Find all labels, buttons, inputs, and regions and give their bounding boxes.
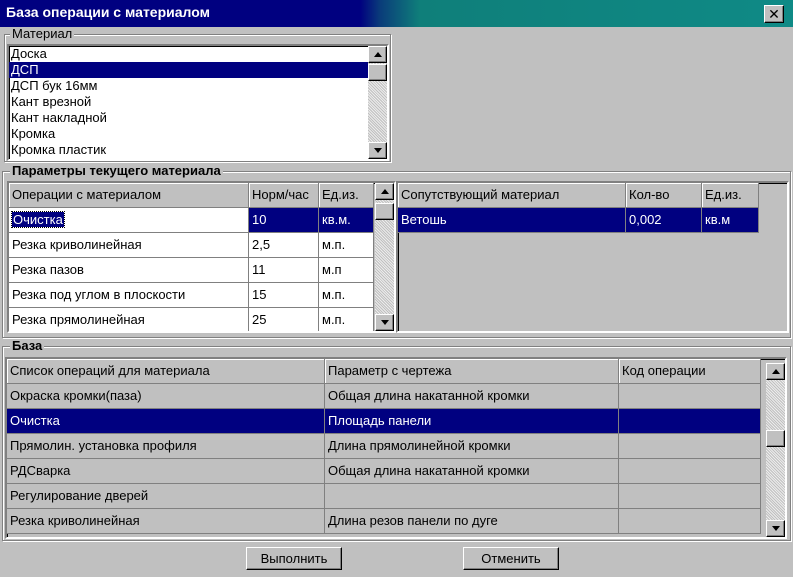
column-header[interactable]: Параметр с чертежа [325,359,619,384]
column-header[interactable]: Норм/час [249,183,319,208]
title-bar[interactable]: База операции с материалом ✕ [0,0,793,27]
arrow-down-icon [373,148,382,153]
table-row[interactable]: Резка пазов 11 м.п [9,258,374,283]
scroll-up-button[interactable] [375,183,394,200]
operations-scrollbar[interactable] [375,183,394,331]
column-header[interactable]: Операции с материалом [9,183,249,208]
execute-button[interactable]: Выполнить [246,547,342,570]
table-cell[interactable] [619,434,761,459]
scroll-down-button[interactable] [368,142,387,159]
table-cell[interactable] [619,484,761,509]
table-cell[interactable]: Длина резов панели по дуге [325,509,619,534]
column-header[interactable]: Список операций для материала [7,359,325,384]
table-cell[interactable] [619,384,761,409]
table-cell[interactable]: Общая длина накатанной кромки [325,384,619,409]
table-cell[interactable]: Резка прямолинейная [9,308,249,331]
table-cell[interactable]: 15 [249,283,319,308]
list-item[interactable]: Кромка [9,126,368,142]
scroll-thumb[interactable] [375,203,394,220]
table-cell[interactable]: Резка под углом в плоскости [9,283,249,308]
scroll-down-button[interactable] [375,314,394,331]
params-group-label: Параметры текущего материала [10,163,223,178]
base-group-label: База [10,338,45,353]
cancel-button[interactable]: Отменить [463,547,559,570]
scroll-thumb[interactable] [766,430,785,447]
table-cell[interactable]: 0,002 [626,208,702,233]
table-row[interactable]: Окраска кромки(паза) Общая длина накатанн… [7,384,761,409]
list-item[interactable]: Кромка пластик [9,142,368,158]
arrow-down-icon [771,526,780,531]
table-cell[interactable] [619,409,761,434]
table-cell[interactable]: Длина прямолинейной кромки [325,434,619,459]
table-cell[interactable]: 10 [249,208,319,233]
column-header[interactable]: Ед.из. [702,183,759,208]
scroll-up-button[interactable] [368,46,387,63]
list-item[interactable]: Кант накладной [9,110,368,126]
table-cell[interactable]: Резка пазов [9,258,249,283]
table-cell[interactable]: кв.м. [319,208,374,233]
table-row[interactable]: Резка прямолинейная 25 м.п. [9,308,374,331]
operations-table[interactable]: Операции с материалом Норм/час Ед.из. Очист… [7,181,396,333]
table-row[interactable]: РДСварка Общая длина накатанной кромки [7,459,761,484]
table-cell[interactable]: Регулирование дверей [7,484,325,509]
table-cell[interactable]: Общая длина накатанной кромки [325,459,619,484]
window-title: База операции с материалом [6,4,210,20]
table-row[interactable]: Резка криволинейная Длина резов панели по… [7,509,761,534]
list-item[interactable]: Доска [9,46,368,62]
scroll-down-button[interactable] [766,520,785,537]
list-item[interactable]: ДСП бук 16мм [9,78,368,94]
table-row[interactable]: Очистка 10 кв.м. [9,208,374,233]
list-item[interactable]: Кант врезной [9,94,368,110]
scroll-up-button[interactable] [766,363,785,380]
table-row[interactable]: Прямолин. установка профиля Длина прямоли… [7,434,761,459]
table-cell[interactable]: Очистка [9,208,249,233]
table-cell[interactable]: кв.м [702,208,759,233]
table-cell[interactable]: Резка криволинейная [7,509,325,534]
table-row[interactable]: Регулирование дверей [7,484,761,509]
table-cell[interactable] [619,509,761,534]
table-cell[interactable]: Окраска кромки(паза) [7,384,325,409]
material-listbox[interactable]: Доска ДСП ДСП бук 16мм Кант врезной Кант нак… [7,44,389,161]
column-header[interactable]: Код операции [619,359,761,384]
base-scrollbar[interactable] [766,363,785,537]
material-group-label: Материал [10,26,75,41]
table-cell[interactable]: Площадь панели [325,409,619,434]
table-cell[interactable] [325,484,619,509]
table-cell[interactable]: Очистка [7,409,325,434]
column-header[interactable]: Кол-во [626,183,702,208]
table-cell[interactable]: м.п [319,258,374,283]
table-cell[interactable]: 2,5 [249,233,319,258]
table-cell[interactable]: Ветошь [398,208,626,233]
close-button[interactable]: ✕ [764,5,784,23]
list-item[interactable]: ДСП [9,62,368,78]
table-row[interactable]: Резка криволинейная 2,5 м.п. [9,233,374,258]
table-cell[interactable]: м.п. [319,283,374,308]
arrow-down-icon [380,320,389,325]
table-cell[interactable]: м.п. [319,308,374,331]
table-row[interactable]: Резка под углом в плоскости 15 м.п. [9,283,374,308]
table-cell[interactable]: Резка криволинейная [9,233,249,258]
table-row[interactable]: Очистка Площадь панели [7,409,761,434]
base-table[interactable]: Список операций для материала Параметр с … [5,357,787,539]
arrow-up-icon [380,189,389,194]
arrow-up-icon [373,52,382,57]
table-cell[interactable]: Прямолин. установка профиля [7,434,325,459]
accompanying-table[interactable]: Сопутствующий материал Кол-во Ед.из. Ветошь… [396,181,789,333]
material-scrollbar[interactable] [368,46,387,159]
table-cell[interactable] [619,459,761,484]
table-cell[interactable]: 25 [249,308,319,331]
close-icon: ✕ [768,6,780,22]
column-header[interactable]: Сопутствующий материал [398,183,626,208]
column-header[interactable]: Ед.из. [319,183,374,208]
scroll-thumb[interactable] [368,64,387,81]
cell-text: Очистка [11,211,65,228]
arrow-up-icon [771,369,780,374]
table-cell[interactable]: 11 [249,258,319,283]
table-cell[interactable]: м.п. [319,233,374,258]
table-cell[interactable]: РДСварка [7,459,325,484]
table-row[interactable]: Ветошь 0,002 кв.м [398,208,759,233]
